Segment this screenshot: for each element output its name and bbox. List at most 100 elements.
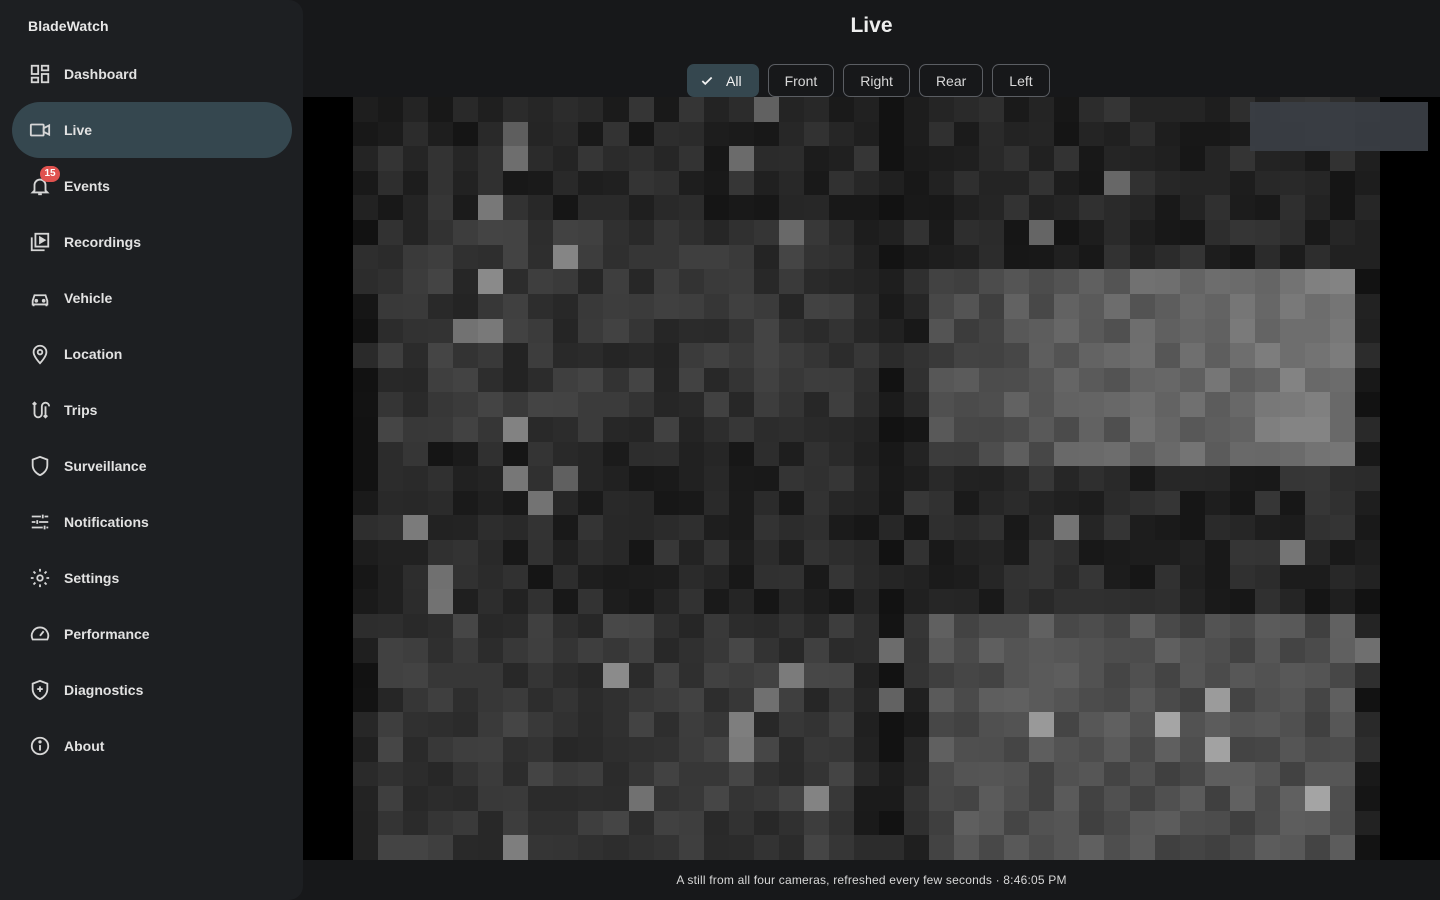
- mosaic-pixel: [1054, 146, 1080, 171]
- filter-chip-front[interactable]: Front: [767, 64, 835, 97]
- mosaic-pixel: [453, 392, 479, 417]
- mosaic-pixel: [428, 490, 454, 516]
- mosaic-pixel: [904, 392, 930, 417]
- mosaic-pixel: [1129, 835, 1155, 860]
- mosaic-pixel: [753, 343, 779, 368]
- mosaic-pixel: [954, 466, 980, 491]
- mosaic-pixel: [778, 392, 804, 417]
- sidebar-item-about[interactable]: About: [12, 718, 292, 774]
- sidebar-item-events[interactable]: 15 Events: [12, 158, 292, 214]
- mosaic-pixel: [1129, 687, 1155, 713]
- mosaic-pixel: [1204, 638, 1230, 664]
- mosaic-pixel: [1229, 761, 1255, 787]
- mosaic-pixel: [753, 367, 779, 393]
- mosaic-pixel: [728, 663, 754, 688]
- mosaic-pixel: [428, 761, 454, 787]
- mosaic-pixel: [353, 293, 379, 319]
- mosaic-pixel: [1304, 515, 1330, 541]
- sidebar-item-diagnostics[interactable]: Diagnostics: [12, 662, 292, 718]
- sidebar-item-surveillance[interactable]: Surveillance: [12, 438, 292, 494]
- mosaic-pixel: [853, 146, 880, 171]
- filter-chip-all[interactable]: All: [687, 64, 759, 97]
- mosaic-pixel: [954, 416, 980, 442]
- mosaic-pixel: [403, 564, 429, 590]
- mosaic-pixel: [1329, 712, 1355, 737]
- mosaic-pixel: [1029, 786, 1055, 811]
- mosaic-pixel: [1254, 244, 1280, 270]
- mosaic-pixel: [728, 712, 754, 737]
- mosaic-pixel: [1279, 269, 1305, 294]
- mosaic-pixel: [478, 613, 504, 639]
- mosaic-pixel: [1229, 170, 1255, 196]
- mosaic-pixel: [628, 810, 654, 836]
- mosaic-pixel: [528, 195, 554, 221]
- mosaic-pixel: [828, 318, 854, 344]
- mosaic-pixel: [904, 293, 930, 319]
- mosaic-pixel: [1079, 712, 1105, 737]
- mosaic-pixel: [1029, 515, 1055, 541]
- mosaic-pixel: [1129, 761, 1155, 787]
- mosaic-pixel: [703, 97, 729, 122]
- mosaic-pixel: [1329, 638, 1355, 664]
- filter-chip-left[interactable]: Left: [992, 64, 1050, 97]
- filter-chip-label: All: [726, 72, 742, 89]
- mosaic-pixel: [1254, 712, 1280, 737]
- mosaic-pixel: [1029, 343, 1055, 368]
- mosaic-pixel: [403, 170, 429, 196]
- mosaic-pixel: [853, 318, 880, 344]
- mosaic-pixel: [803, 220, 829, 245]
- filter-chip-rear[interactable]: Rear: [918, 64, 984, 97]
- mosaic-pixel: [1354, 761, 1380, 787]
- mosaic-pixel: [1329, 687, 1355, 713]
- mosaic-pixel: [1229, 441, 1255, 467]
- mosaic-pixel: [678, 97, 704, 122]
- mosaic-pixel: [653, 613, 679, 639]
- mosaic-pixel: [778, 638, 804, 664]
- mosaic-pixel: [728, 244, 754, 270]
- mosaic-pixel: [378, 441, 404, 467]
- mosaic-pixel: [1179, 687, 1205, 713]
- mosaic-pixel: [478, 490, 504, 516]
- mosaic-pixel: [453, 416, 479, 442]
- mosaic-pixel: [1329, 761, 1355, 787]
- mosaic-pixel: [403, 367, 429, 393]
- mosaic-pixel: [1254, 540, 1280, 565]
- sidebar-item-notifications[interactable]: Notifications: [12, 494, 292, 550]
- sidebar-item-live[interactable]: Live: [12, 102, 292, 158]
- mosaic-pixel: [628, 97, 654, 122]
- sidebar-item-dashboard[interactable]: Dashboard: [12, 46, 292, 102]
- sidebar-item-location[interactable]: Location: [12, 326, 292, 382]
- mosaic-pixel: [1304, 416, 1330, 442]
- mosaic-pixel: [578, 736, 604, 762]
- mosaic-pixel: [753, 220, 779, 245]
- mosaic-pixel: [678, 318, 704, 344]
- sidebar-item-settings[interactable]: Settings: [12, 550, 292, 606]
- mosaic-pixel: [428, 97, 454, 122]
- mosaic-pixel: [578, 663, 604, 688]
- mosaic-pixel: [528, 835, 554, 860]
- mosaic-pixel: [1179, 589, 1205, 614]
- mosaic-pixel: [828, 170, 854, 196]
- sidebar-item-performance[interactable]: Performance: [12, 606, 292, 662]
- mosaic-pixel: [353, 195, 379, 221]
- mosaic-pixel: [1254, 515, 1280, 541]
- mosaic-pixel: [1329, 589, 1355, 614]
- mosaic-pixel: [1104, 663, 1130, 688]
- mosaic-pixel: [1304, 466, 1330, 491]
- sidebar-item-trips[interactable]: Trips: [12, 382, 292, 438]
- sidebar-item-vehicle[interactable]: Vehicle: [12, 270, 292, 326]
- mosaic-pixel: [879, 540, 905, 565]
- mosaic-pixel: [1079, 220, 1105, 245]
- mosaic-pixel: [929, 663, 955, 688]
- mosaic-pixel: [728, 367, 754, 393]
- sidebar-item-recordings[interactable]: Recordings: [12, 214, 292, 270]
- mosaic-pixel: [528, 318, 554, 344]
- mosaic-pixel: [1254, 613, 1280, 639]
- mosaic-pixel: [1279, 466, 1305, 491]
- mosaic-pixel: [703, 343, 729, 368]
- mosaic-pixel: [803, 712, 829, 737]
- filter-chip-right[interactable]: Right: [843, 64, 910, 97]
- mosaic-pixel: [403, 293, 429, 319]
- mosaic-pixel: [1004, 835, 1030, 860]
- mosaic-pixel: [904, 589, 930, 614]
